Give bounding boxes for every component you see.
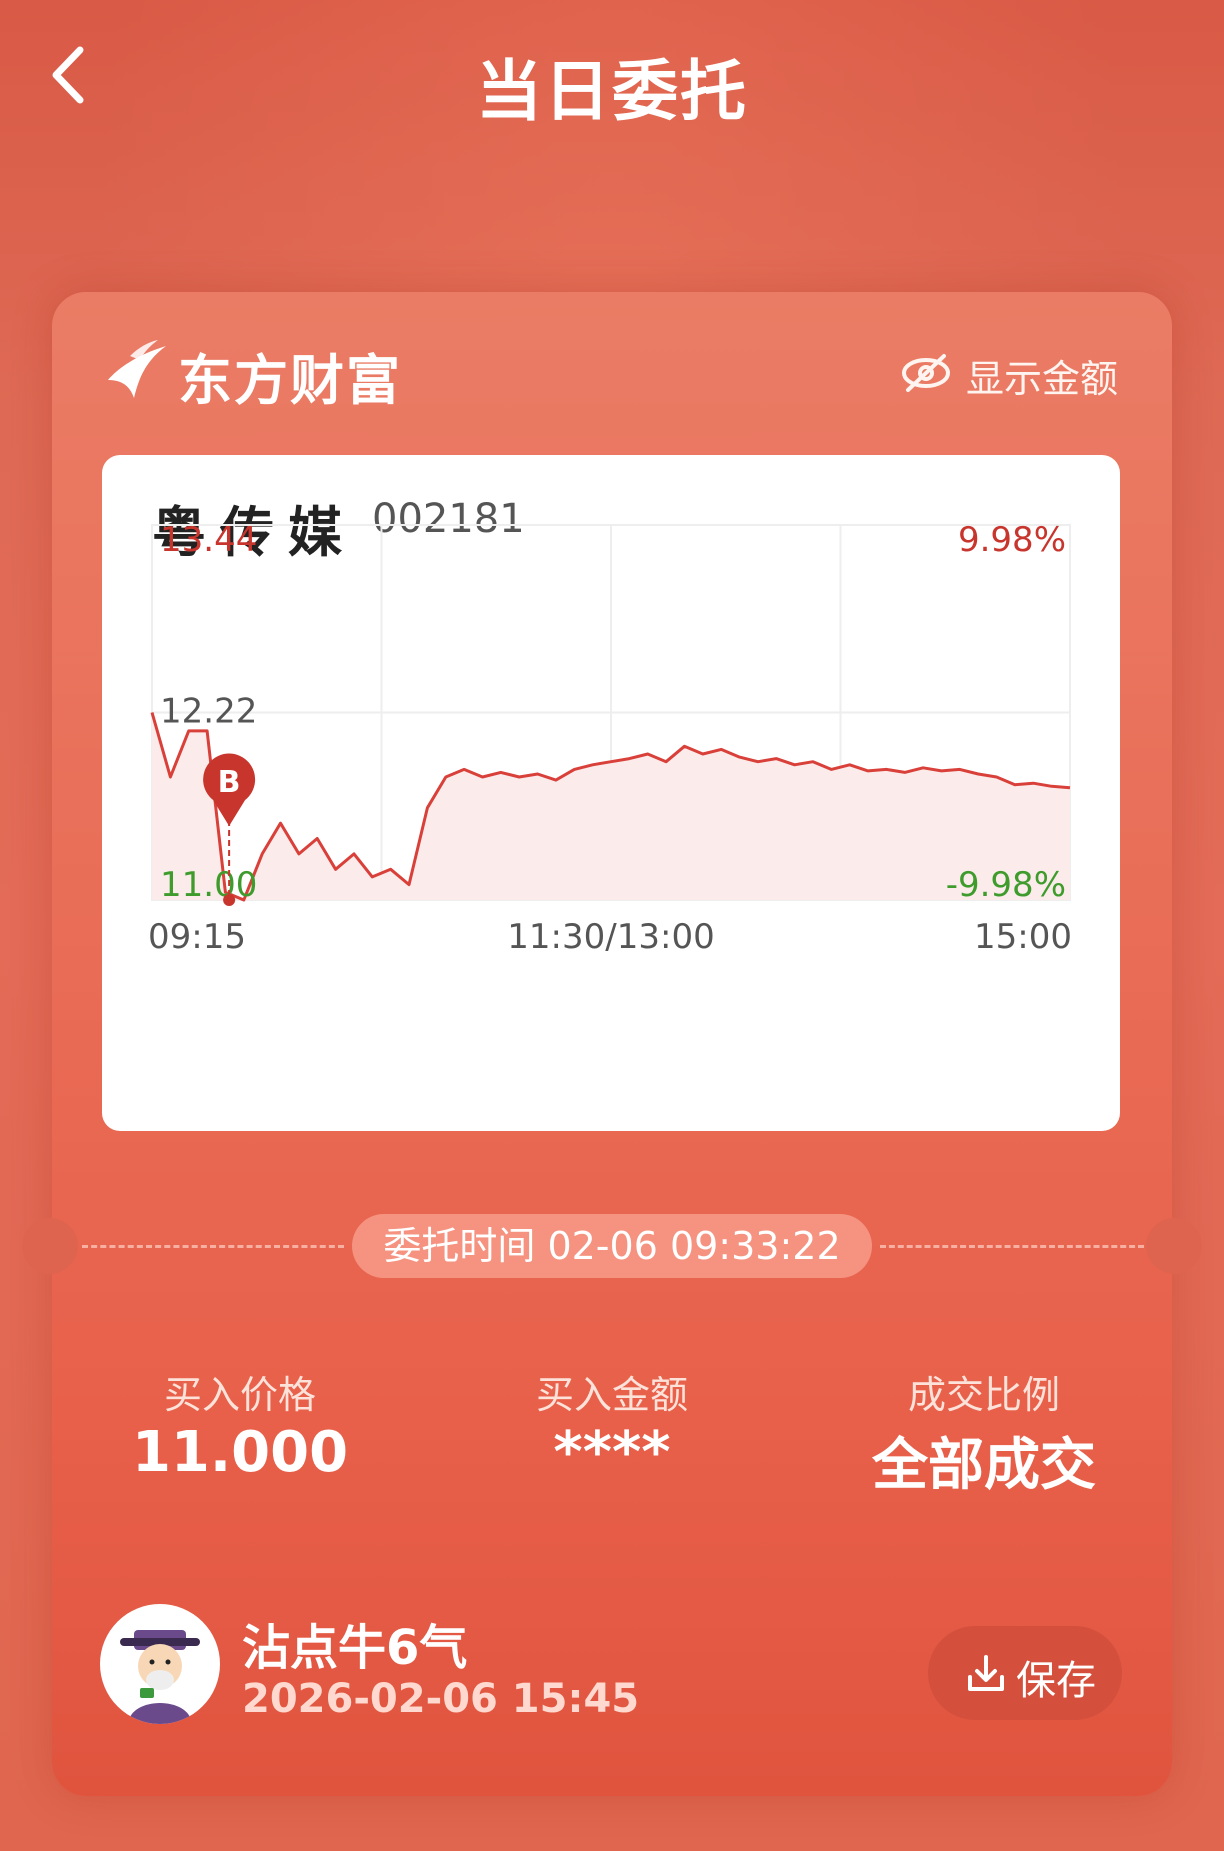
y-tick-mid: 12.22 xyxy=(160,692,257,732)
order-time-pill: 委托时间 02-06 09:33:22 xyxy=(352,1214,872,1278)
stat-value-buy-price: 11.000 xyxy=(131,1420,349,1485)
save-label: 保存 xyxy=(1016,1658,1096,1704)
x-tick-start: 09:15 xyxy=(148,917,246,957)
user-timestamp: 2026-02-06 15:45 xyxy=(242,1676,640,1722)
ticket-notch-left xyxy=(22,1218,78,1274)
brand-logo-icon xyxy=(108,340,166,398)
x-tick-mid: 11:30/13:00 xyxy=(507,917,714,957)
ticket-divider-left xyxy=(82,1245,344,1248)
save-button[interactable]: 保存 xyxy=(928,1626,1122,1720)
avatar[interactable] xyxy=(100,1604,220,1724)
stat-label-buy-amount: 买入金额 xyxy=(535,1373,688,1417)
avatar-god-of-wealth-icon xyxy=(120,1630,200,1724)
user-name: 沾点牛6气 xyxy=(242,1620,468,1676)
buy-marker-label: B xyxy=(218,765,241,800)
show-amount-toggle[interactable]: 显示金额 xyxy=(900,346,1118,401)
show-amount-label: 显示金额 xyxy=(966,357,1119,401)
y-tick-right-bottom: -9.98% xyxy=(946,865,1066,905)
eye-hidden-icon xyxy=(902,354,950,392)
stat-value-buy-amount: **** xyxy=(553,1420,671,1485)
y-tick-top: 13.44 xyxy=(160,520,257,560)
ticket-notch-right xyxy=(1146,1218,1202,1274)
top-bar: 当日委托 xyxy=(0,0,1224,160)
intraday-chart: 13.44 12.22 11.00 9.98% -9.98% 09:15 11:30/13:… xyxy=(148,520,1072,957)
ticket-divider-right xyxy=(880,1245,1144,1248)
download-icon xyxy=(968,1655,1004,1691)
page-title: 当日委托 xyxy=(476,53,748,130)
stat-value-fill-ratio: 全部成交 xyxy=(872,1433,1096,1498)
x-tick-end: 15:00 xyxy=(974,917,1072,957)
buy-marker-dot xyxy=(223,894,236,906)
brand-name: 东方财富 xyxy=(178,349,402,412)
y-tick-bottom: 11.00 xyxy=(160,865,257,905)
stat-label-fill-ratio: 成交比例 xyxy=(907,1373,1060,1417)
stat-label-buy-price: 买入价格 xyxy=(163,1373,316,1417)
y-tick-right-top: 9.98% xyxy=(958,520,1066,560)
